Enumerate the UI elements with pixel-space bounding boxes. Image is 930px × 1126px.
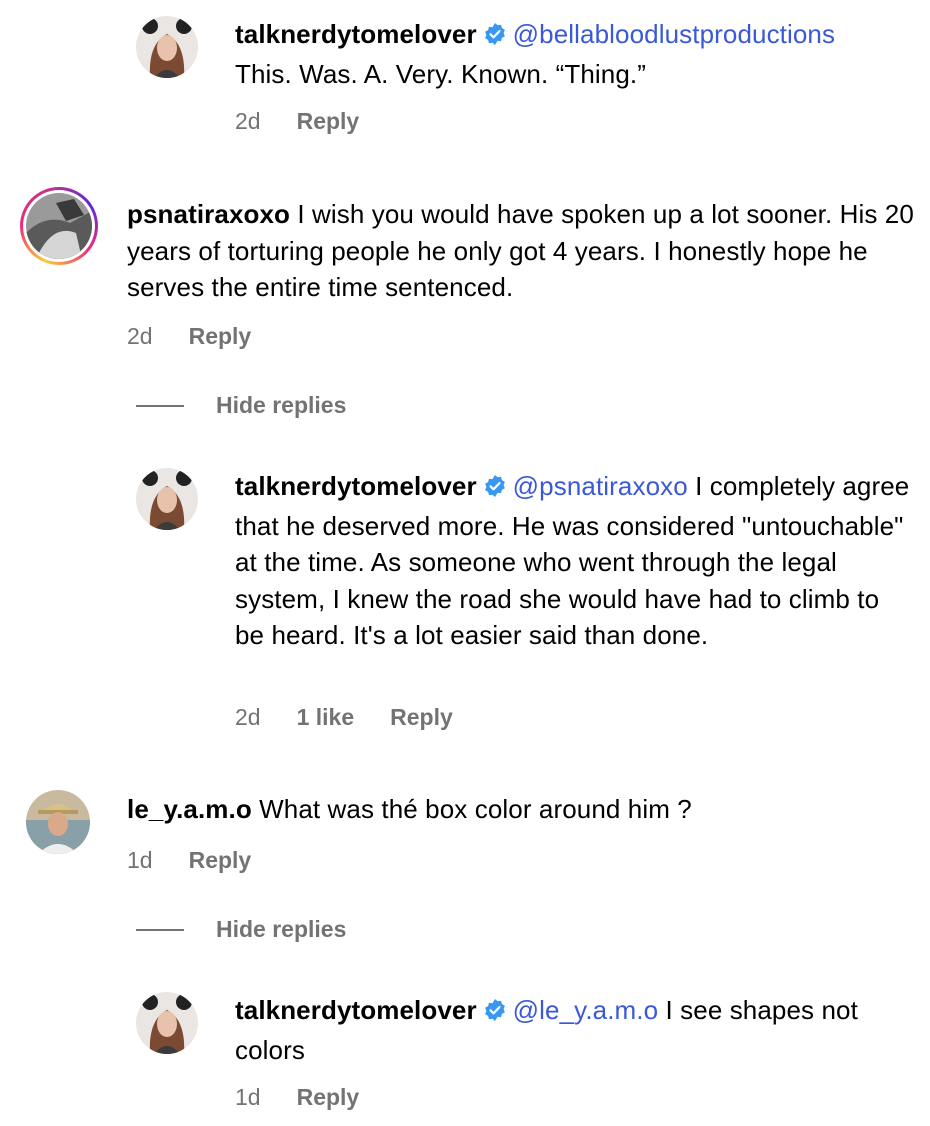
reply-button[interactable]: Reply: [297, 1084, 360, 1110]
comment-meta: 1d Reply: [235, 1084, 395, 1111]
hide-replies-label: Hide replies: [216, 392, 347, 418]
comment-text: le_y.a.m.o What was thé box color around…: [127, 791, 917, 828]
reply-button[interactable]: Reply: [297, 108, 360, 134]
comment-meta: 1d Reply: [127, 847, 287, 874]
comment-text: talknerdytomelover @bellabloodlustproduct…: [235, 16, 915, 92]
verified-badge-icon: [483, 471, 507, 508]
story-ring[interactable]: [20, 187, 98, 265]
hide-replies-button[interactable]: Hide replies: [136, 916, 346, 943]
comment-text: talknerdytomelover @psnatiraxoxo I comple…: [235, 468, 915, 654]
avatar[interactable]: [136, 992, 198, 1054]
verified-badge-icon: [483, 19, 507, 56]
comment-time: 2d: [235, 704, 261, 730]
avatar: [26, 193, 92, 259]
comment-time: 2d: [127, 323, 153, 349]
avatar[interactable]: [26, 790, 90, 854]
reply-button[interactable]: Reply: [390, 704, 453, 730]
avatar[interactable]: [136, 16, 198, 78]
reply-button[interactable]: Reply: [189, 847, 252, 873]
comment-body: What was thé box color around him ?: [259, 794, 692, 824]
comment-meta: 2d 1 like Reply: [235, 704, 489, 731]
comment-body: This. Was. A. Very. Known. “Thing.”: [235, 58, 646, 89]
mention-link[interactable]: @psnatiraxoxo: [513, 471, 688, 501]
comment-time: 2d: [235, 108, 261, 134]
hide-replies-label: Hide replies: [216, 916, 347, 942]
comment-text: talknerdytomelover @le_y.a.m.o I see shap…: [235, 992, 915, 1068]
verified-badge-icon: [483, 995, 507, 1032]
avatar[interactable]: [136, 468, 198, 530]
like-count[interactable]: 1 like: [297, 704, 355, 730]
reply-button[interactable]: Reply: [189, 323, 252, 349]
hide-replies-button[interactable]: Hide replies: [136, 392, 346, 419]
comment-text: psnatiraxoxo I wish you would have spoke…: [127, 196, 917, 306]
mention-link[interactable]: @bellabloodlustproductions: [513, 19, 835, 49]
divider: [136, 404, 184, 407]
comment-meta: 2d Reply: [127, 323, 287, 350]
username[interactable]: talknerdytomelover: [235, 471, 477, 501]
comment-time: 1d: [235, 1084, 261, 1110]
username[interactable]: le_y.a.m.o: [127, 794, 252, 824]
divider: [136, 928, 184, 931]
mention-link[interactable]: @le_y.a.m.o: [513, 995, 659, 1025]
comment-meta: 2d Reply: [235, 108, 395, 135]
username[interactable]: psnatiraxoxo: [127, 199, 290, 229]
comment-time: 1d: [127, 847, 153, 873]
username[interactable]: talknerdytomelover: [235, 995, 477, 1025]
username[interactable]: talknerdytomelover: [235, 19, 477, 49]
